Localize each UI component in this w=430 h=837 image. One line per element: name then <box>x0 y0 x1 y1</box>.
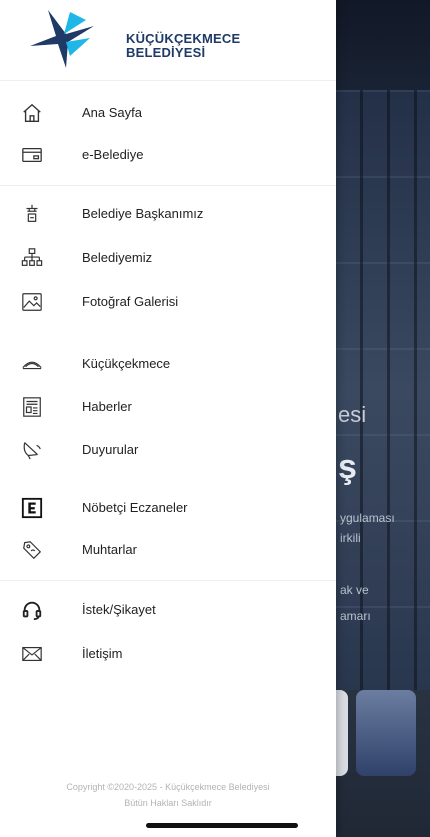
menu-item-label: Ana Sayfa <box>82 105 142 120</box>
menu-item-muhtarlar[interactable]: Muhtarlar <box>0 530 336 570</box>
menu-item-label: Nöbetçi Eczaneler <box>82 500 188 515</box>
menu-item-label: Haberler <box>82 399 132 414</box>
menu-item-label: e-Belediye <box>82 147 144 162</box>
divider <box>0 185 336 186</box>
copyright-line-2: Bütün Hakları Saklıdır <box>124 798 212 808</box>
copyright-text: Copyright ©2020-2025 - Küçükçekmece Bele… <box>0 779 336 811</box>
card-icon <box>20 143 44 167</box>
background-subtitle: esi <box>338 402 367 427</box>
org-chart-icon <box>20 246 44 270</box>
background-line: ygulaması <box>340 511 395 525</box>
menu-item-label: İletişim <box>82 646 123 661</box>
menu-item-label: Fotoğraf Galerisi <box>82 294 179 309</box>
background-card[interactable] <box>356 690 416 776</box>
logo-line-1: KÜÇÜKÇEKMECE <box>126 31 241 46</box>
bridge-icon <box>20 352 44 376</box>
mayor-icon <box>20 202 44 226</box>
menu-item-label: Duyurular <box>82 442 139 457</box>
background-line: amarı <box>340 609 371 623</box>
navigation-drawer: KÜÇÜKÇEKMECE BELEDİYESİ Ana Sayfa e-Bele… <box>0 0 336 837</box>
image-icon <box>20 290 44 314</box>
menu-item-e-belediye[interactable]: e-Belediye <box>0 135 336 175</box>
newspaper-icon <box>20 395 44 419</box>
divider <box>0 580 336 581</box>
menu-item-fotograf-galerisi[interactable]: Fotoğraf Galerisi <box>0 282 336 322</box>
copyright-line-1: Copyright ©2020-2025 - Küçükçekmece Bele… <box>66 782 270 792</box>
menu-item-nobetci-eczaneler[interactable]: Nöbetçi Eczaneler <box>0 488 336 528</box>
menu-item-belediyemiz[interactable]: Belediyemiz <box>0 238 336 278</box>
pharmacy-icon <box>20 496 44 520</box>
menu-item-istek-sikayet[interactable]: İstek/Şikayet <box>0 590 336 630</box>
menu-item-haberler[interactable]: Haberler <box>0 387 336 427</box>
menu-item-label: Küçükçekmece <box>82 356 171 371</box>
star-logo-icon <box>30 10 94 68</box>
menu-item-kucukcekmece[interactable]: Küçükçekmece <box>0 344 336 384</box>
municipality-logo[interactable]: KÜÇÜKÇEKMECE BELEDİYESİ <box>28 8 248 70</box>
menu-item-label: Belediye Başkanımız <box>82 206 204 221</box>
background-title: ş <box>338 448 357 486</box>
background-line: ak ve <box>340 583 369 597</box>
megaphone-icon <box>20 438 44 462</box>
mail-icon <box>20 642 44 666</box>
logo-text: KÜÇÜKÇEKMECE BELEDİYESİ <box>126 32 240 60</box>
background-building-image <box>336 90 430 690</box>
logo-line-2: BELEDİYESİ <box>126 45 206 60</box>
menu-item-label: Muhtarlar <box>82 542 137 557</box>
home-indicator[interactable] <box>146 823 298 828</box>
headset-icon <box>20 598 44 622</box>
menu-item-belediye-baskanimiz[interactable]: Belediye Başkanımız <box>0 194 336 234</box>
menu-item-label: Belediyemiz <box>82 250 153 265</box>
menu-item-ana-sayfa[interactable]: Ana Sayfa <box>0 93 336 133</box>
menu-item-duyurular[interactable]: Duyurular <box>0 430 336 470</box>
menu-item-label: İstek/Şikayet <box>82 602 156 617</box>
location-tag-icon <box>20 538 44 562</box>
home-icon <box>20 101 44 125</box>
background-line: irkili <box>340 531 361 545</box>
divider <box>0 80 336 81</box>
menu-item-iletisim[interactable]: İletişim <box>0 634 336 674</box>
